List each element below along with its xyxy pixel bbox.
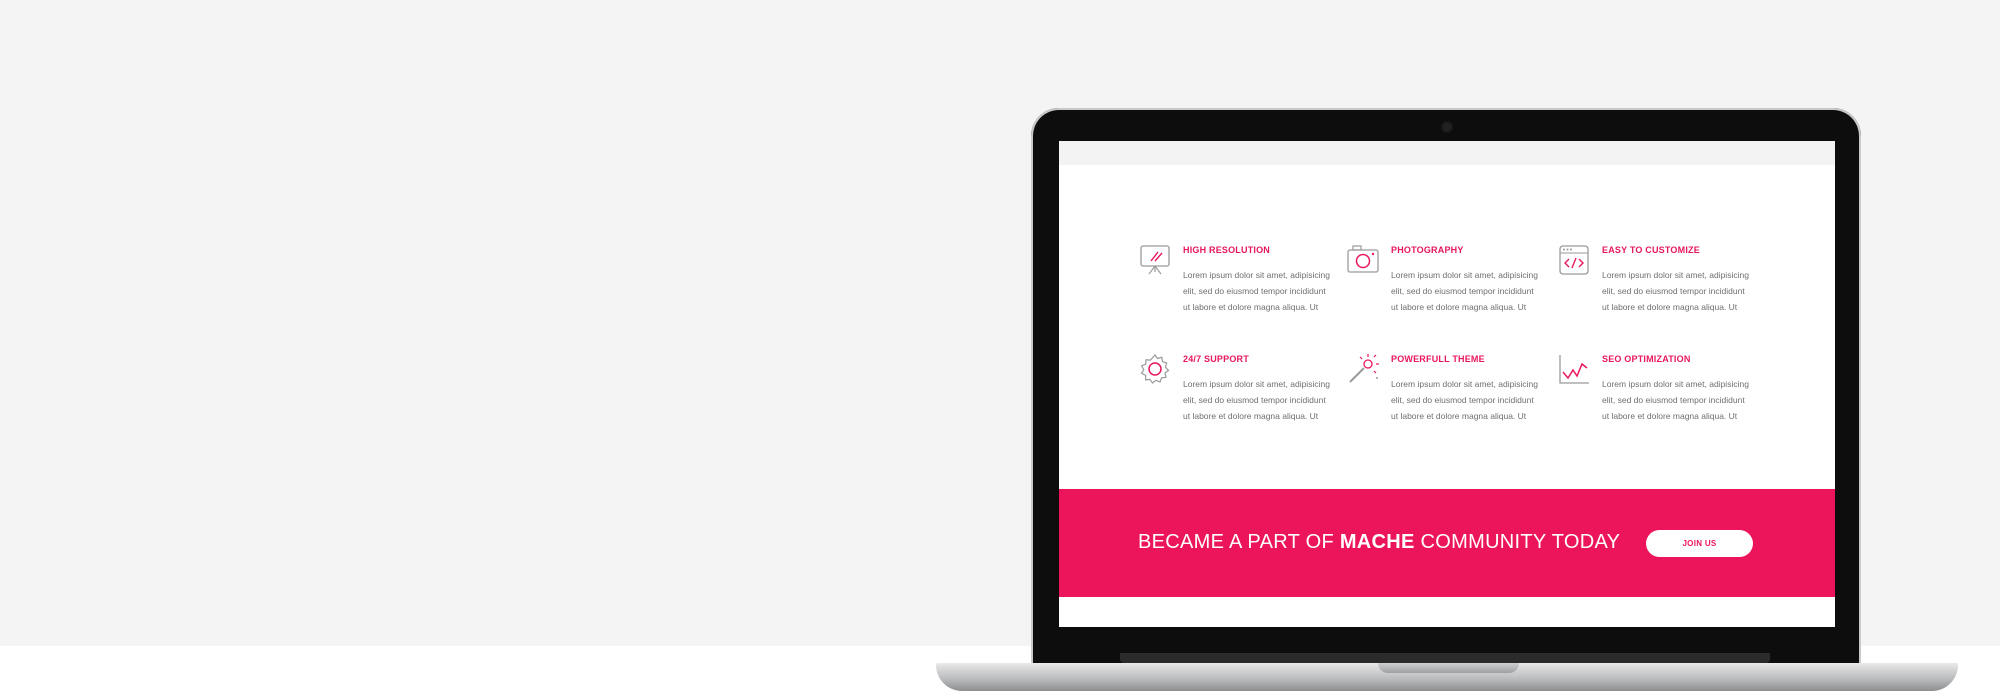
banner-brand: MACHE	[1339, 531, 1415, 553]
feature-description: Lorem ipsum dolor sit amet, adipisicing …	[1391, 379, 1538, 421]
laptop-hinge	[1120, 653, 1770, 663]
magic-wand-icon	[1346, 352, 1380, 386]
feature-title: HIGH RESOLUTION	[1183, 245, 1271, 255]
feature-description: Lorem ipsum dolor sit amet, adipisicing …	[1602, 270, 1749, 312]
feature-description: Lorem ipsum dolor sit amet, adipisicing …	[1183, 270, 1330, 312]
community-banner: BECAME A PART OF MACHE COMMUNITY TODAY J…	[1059, 489, 1835, 597]
laptop-screen: HIGH RESOLUTION Lorem ipsum dolor sit am…	[1059, 141, 1835, 627]
screen-top-strip	[1059, 141, 1835, 165]
line-chart-icon	[1557, 352, 1591, 386]
feature-title: POWERFULL THEME	[1391, 354, 1485, 364]
gear-icon	[1138, 352, 1172, 386]
feature-title: SEO OPTIMIZATION	[1602, 354, 1691, 364]
feature-title: EASY TO CUSTOMIZE	[1602, 245, 1700, 255]
feature-title: 24/7 SUPPORT	[1183, 354, 1249, 364]
feature-description: Lorem ipsum dolor sit amet, adipisicing …	[1183, 379, 1330, 421]
join-us-button[interactable]: JOIN US	[1646, 530, 1753, 557]
code-window-icon	[1557, 243, 1591, 277]
feature-description: Lorem ipsum dolor sit amet, adipisicing …	[1602, 379, 1749, 421]
laptop-notch	[1378, 663, 1519, 673]
camera-icon	[1346, 243, 1380, 277]
webcam	[1443, 123, 1451, 131]
feature-title: PHOTOGRAPHY	[1391, 245, 1464, 255]
banner-heading: BECAME A PART OF MACHE COMMUNITY TODAY	[1138, 531, 1620, 554]
banner-text-after: COMMUNITY TODAY	[1414, 531, 1621, 553]
banner-text-before: BECAME A PART OF	[1138, 531, 1340, 553]
feature-description: Lorem ipsum dolor sit amet, adipisicing …	[1391, 270, 1538, 312]
presentation-board-icon	[1138, 243, 1172, 277]
